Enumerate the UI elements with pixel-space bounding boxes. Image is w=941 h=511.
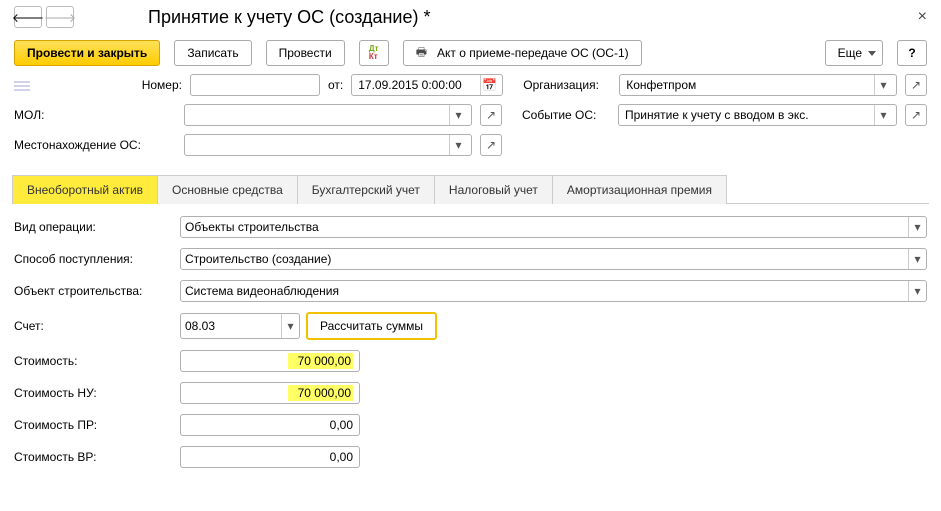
post-and-close-button[interactable]: Провести и закрыть	[14, 40, 160, 66]
post-button[interactable]: Провести	[266, 40, 345, 66]
tab-vna[interactable]: Внеоборотный актив	[12, 175, 158, 204]
dropdown-icon[interactable]: ▾	[908, 217, 926, 237]
arrow-left-icon: 🡐	[12, 10, 44, 25]
dropdown-icon[interactable]: ▾	[874, 105, 892, 125]
method-label: Способ поступления:	[14, 252, 174, 266]
close-button[interactable]: ×	[918, 8, 927, 26]
save-button[interactable]: Записать	[174, 40, 251, 66]
chevron-down-icon	[868, 51, 876, 56]
object-label: Объект строительства:	[14, 284, 174, 298]
location-select[interactable]: ▾	[184, 134, 472, 156]
op-type-label: Вид операции:	[14, 220, 174, 234]
number-label: Номер:	[64, 78, 182, 92]
org-select[interactable]: ▾	[619, 74, 897, 96]
help-button[interactable]: ?	[897, 40, 927, 66]
nav-forward-button[interactable]: 🡒	[46, 6, 74, 28]
print-act-button[interactable]: Акт о приеме-передаче ОС (ОС-1)	[403, 40, 642, 66]
dt-kt-button[interactable]: Дт Кт	[359, 40, 389, 66]
more-button[interactable]: Еще	[825, 40, 883, 66]
from-label: от:	[328, 78, 343, 92]
mol-label: МОЛ:	[14, 108, 176, 122]
tab-bar: Внеоборотный актив Основные средства Бух…	[12, 174, 929, 204]
open-icon: ↗	[486, 108, 496, 122]
op-type-select[interactable]: Объекты строительства ▾	[180, 216, 927, 238]
date-input[interactable]: 📅	[351, 74, 503, 96]
cost-vr-input[interactable]: 0,00	[180, 446, 360, 468]
location-label: Местонахождение ОС:	[14, 138, 176, 152]
org-label: Организация:	[523, 78, 611, 92]
dt-kt-icon: Дт Кт	[369, 45, 379, 61]
tab-premium[interactable]: Амортизационная премия	[552, 175, 727, 204]
tab-bu[interactable]: Бухгалтерский учет	[297, 175, 435, 204]
cost-input[interactable]: 70 000,00	[180, 350, 360, 372]
cost-label: Стоимость:	[14, 354, 174, 368]
org-open-button[interactable]: ↗	[905, 74, 927, 96]
dropdown-icon[interactable]: ▾	[908, 249, 926, 269]
open-icon: ↗	[486, 138, 496, 152]
nav-back-button[interactable]: 🡐	[14, 6, 42, 28]
mol-open-button[interactable]: ↗	[480, 104, 502, 126]
account-select[interactable]: 08.03 ▾	[180, 313, 300, 339]
event-label: Событие ОС:	[522, 108, 610, 122]
close-icon: ×	[918, 8, 927, 25]
tab-nu[interactable]: Налоговый учет	[434, 175, 553, 204]
open-icon: ↗	[911, 78, 921, 92]
tab-os[interactable]: Основные средства	[157, 175, 298, 204]
list-icon	[14, 81, 30, 91]
print-icon	[416, 43, 431, 64]
dropdown-icon[interactable]: ▾	[281, 314, 299, 338]
number-input[interactable]	[190, 74, 320, 96]
method-select[interactable]: Строительство (создание) ▾	[180, 248, 927, 270]
cost-pr-label: Стоимость ПР:	[14, 418, 174, 432]
calendar-icon[interactable]: 📅	[480, 75, 498, 95]
event-open-button[interactable]: ↗	[905, 104, 927, 126]
cost-vr-label: Стоимость ВР:	[14, 450, 174, 464]
arrow-right-icon: 🡒	[44, 10, 76, 25]
cost-pr-input[interactable]: 0,00	[180, 414, 360, 436]
page-title: Принятие к учету ОС (создание) *	[148, 7, 431, 28]
dropdown-icon[interactable]: ▾	[449, 135, 467, 155]
event-select[interactable]: ▾	[618, 104, 897, 126]
cost-nu-label: Стоимость НУ:	[14, 386, 174, 400]
dropdown-icon[interactable]: ▾	[449, 105, 467, 125]
recalculate-button[interactable]: Рассчитать суммы	[306, 312, 437, 340]
location-open-button[interactable]: ↗	[480, 134, 502, 156]
account-label: Счет:	[14, 319, 174, 333]
open-icon: ↗	[911, 108, 921, 122]
object-select[interactable]: Система видеонаблюдения ▾	[180, 280, 927, 302]
dropdown-icon[interactable]: ▾	[908, 281, 926, 301]
mol-select[interactable]: ▾	[184, 104, 472, 126]
cost-nu-input[interactable]: 70 000,00	[180, 382, 360, 404]
dropdown-icon[interactable]: ▾	[874, 75, 892, 95]
